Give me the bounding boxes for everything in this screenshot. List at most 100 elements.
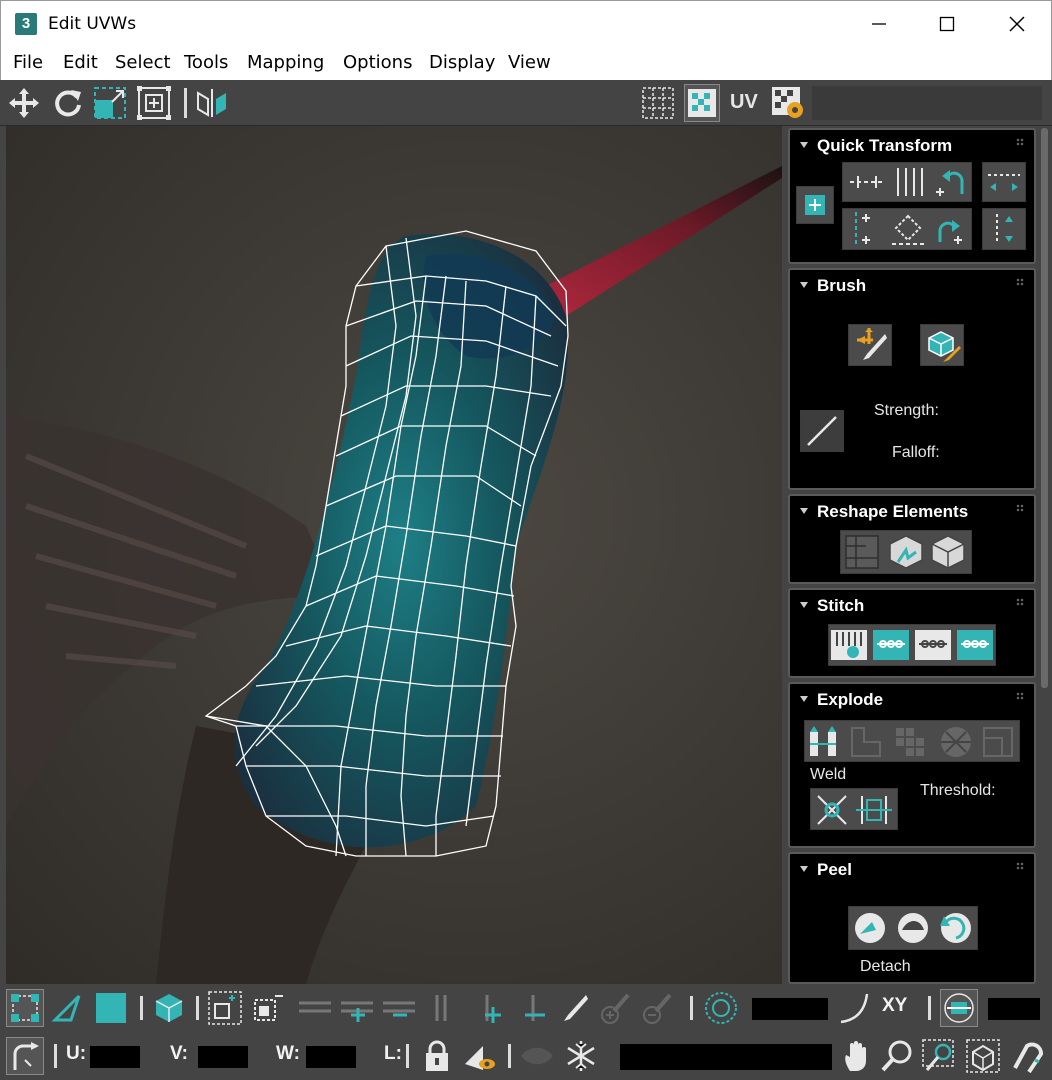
uv-canvas	[6, 166, 782, 984]
xy-space-label[interactable]: XY	[882, 995, 907, 1017]
select-edge-group	[430, 989, 550, 1027]
freeze-button[interactable]	[562, 1037, 600, 1075]
set-pivot-button[interactable]	[796, 186, 834, 224]
rollout-grip-icon[interactable]	[1016, 598, 1024, 606]
menu-view[interactable]: View	[508, 52, 551, 73]
l-label: L:	[384, 1043, 402, 1064]
bird-beak	[526, 166, 782, 316]
stitch-tools-group	[828, 624, 996, 666]
mirror-tool-button[interactable]	[194, 84, 230, 122]
grow-selection-button[interactable]	[206, 989, 244, 1027]
uv-editor-viewport[interactable]	[6, 126, 782, 984]
w-label: W:	[276, 1043, 300, 1064]
paint-grow-icon	[601, 993, 630, 1024]
zoom-extents-button[interactable]	[964, 1037, 1002, 1075]
rollout-grip-icon[interactable]	[1016, 862, 1024, 870]
soft-selection-value-field[interactable]	[752, 998, 828, 1020]
checker-toggle-button[interactable]	[640, 84, 676, 122]
toolbar-separator	[54, 1044, 57, 1068]
rollout-title: Explode	[817, 690, 884, 709]
u-value-field[interactable]	[90, 1046, 140, 1068]
edge-distance-field[interactable]	[988, 998, 1040, 1020]
maximize-button[interactable]	[913, 1, 981, 47]
menu-file[interactable]: File	[13, 52, 43, 73]
detach-label: Detach	[860, 958, 911, 975]
shrink-selection-icon	[254, 995, 283, 1021]
soft-selection-button[interactable]	[702, 989, 740, 1027]
rollout-title: Peel	[817, 860, 852, 879]
weld-label: Weld	[810, 766, 847, 783]
space-horizontal-icon	[988, 174, 1020, 191]
magnifier-icon	[881, 1040, 912, 1072]
selection-filter-dropdown[interactable]	[620, 1044, 832, 1070]
polygon-mode-button[interactable]	[92, 989, 130, 1027]
scale-tool-button[interactable]	[92, 84, 128, 122]
pan-button[interactable]	[838, 1037, 876, 1075]
rollout-grip-icon[interactable]	[1016, 692, 1024, 700]
w-value-field[interactable]	[306, 1046, 356, 1068]
minimize-button[interactable]	[845, 1, 913, 47]
absolute-mode-icon	[13, 1042, 39, 1070]
rollout-peel-header[interactable]: Peel	[800, 860, 852, 880]
checker-pattern-icon	[642, 87, 674, 119]
menu-select[interactable]: Select	[115, 52, 171, 73]
texture-dropdown[interactable]	[812, 86, 1042, 120]
zoom-region-button[interactable]	[920, 1037, 958, 1075]
snap-button[interactable]	[1008, 1037, 1046, 1075]
scale-icon	[94, 87, 126, 119]
rotate-tool-button[interactable]	[50, 84, 86, 122]
rollout-title: Reshape Elements	[817, 502, 969, 521]
freeform-tool-button[interactable]	[136, 84, 172, 122]
rollout-quick-transform-header[interactable]: Quick Transform	[800, 136, 952, 156]
relax-brush-button[interactable]	[920, 324, 964, 366]
rollout-explode-header[interactable]: Explode	[800, 690, 883, 710]
show-map-button[interactable]	[684, 84, 720, 122]
title-bar: 3 Edit UVWs	[0, 0, 1052, 46]
brush-falloff-type-button[interactable]	[800, 410, 844, 452]
rollout-brush: Brush Strength: Falloff:	[788, 268, 1036, 490]
rollout-reshape-elements-header[interactable]: Reshape Elements	[800, 502, 968, 522]
paint-move-button[interactable]	[848, 324, 892, 366]
menu-edit[interactable]: Edit	[63, 52, 98, 73]
shrink-selection-button[interactable]	[248, 989, 286, 1027]
rollout-explode: Explode Weld Threshold:	[788, 682, 1036, 848]
zoom-button[interactable]	[878, 1037, 916, 1075]
space-horizontal-button[interactable]	[982, 162, 1026, 202]
menu-display[interactable]: Display	[429, 52, 495, 73]
close-button[interactable]	[983, 1, 1051, 47]
hide-show-button[interactable]	[460, 1037, 498, 1075]
falloff-curve-button[interactable]	[836, 989, 874, 1027]
panel-scrollbar[interactable]	[1041, 128, 1048, 688]
peel-tools-group	[848, 906, 978, 950]
threshold-label: Threshold:	[920, 782, 996, 799]
paint-select-shrink-button[interactable]	[638, 989, 676, 1027]
rollout-grip-icon[interactable]	[1016, 504, 1024, 512]
rollout-stitch-header[interactable]: Stitch	[800, 596, 864, 616]
absolute-offset-toggle-button[interactable]	[6, 1037, 44, 1075]
rollout-brush-header[interactable]: Brush	[800, 276, 866, 296]
edge-mode-button[interactable]	[48, 989, 86, 1027]
map-settings-button[interactable]	[770, 84, 806, 122]
lock-selection-button[interactable]	[418, 1037, 456, 1075]
reshape-icons	[845, 535, 965, 569]
v-value-field[interactable]	[198, 1046, 248, 1068]
rollout-grip-icon[interactable]	[1016, 138, 1024, 146]
top-toolbar: UV	[0, 80, 1052, 126]
edge-distance-icon	[944, 993, 974, 1023]
rollout-grip-icon[interactable]	[1016, 278, 1024, 286]
space-vertical-button[interactable]	[982, 208, 1026, 250]
paint-move-icon	[857, 328, 887, 360]
move-tool-button[interactable]	[6, 84, 42, 122]
display-only-selected-button[interactable]	[518, 1037, 556, 1075]
soft-selection-icon	[705, 992, 737, 1024]
element-mode-button[interactable]	[150, 989, 188, 1027]
paint-select-button[interactable]	[554, 989, 592, 1027]
edge-distance-button[interactable]	[940, 989, 978, 1027]
vertex-mode-button[interactable]	[6, 989, 44, 1027]
uv-mode-label[interactable]: UV	[730, 91, 758, 114]
menu-mapping[interactable]: Mapping	[247, 52, 324, 73]
u-label: U:	[66, 1043, 87, 1064]
menu-options[interactable]: Options	[343, 52, 412, 73]
menu-tools[interactable]: Tools	[184, 52, 228, 73]
paint-select-grow-button[interactable]	[596, 989, 634, 1027]
